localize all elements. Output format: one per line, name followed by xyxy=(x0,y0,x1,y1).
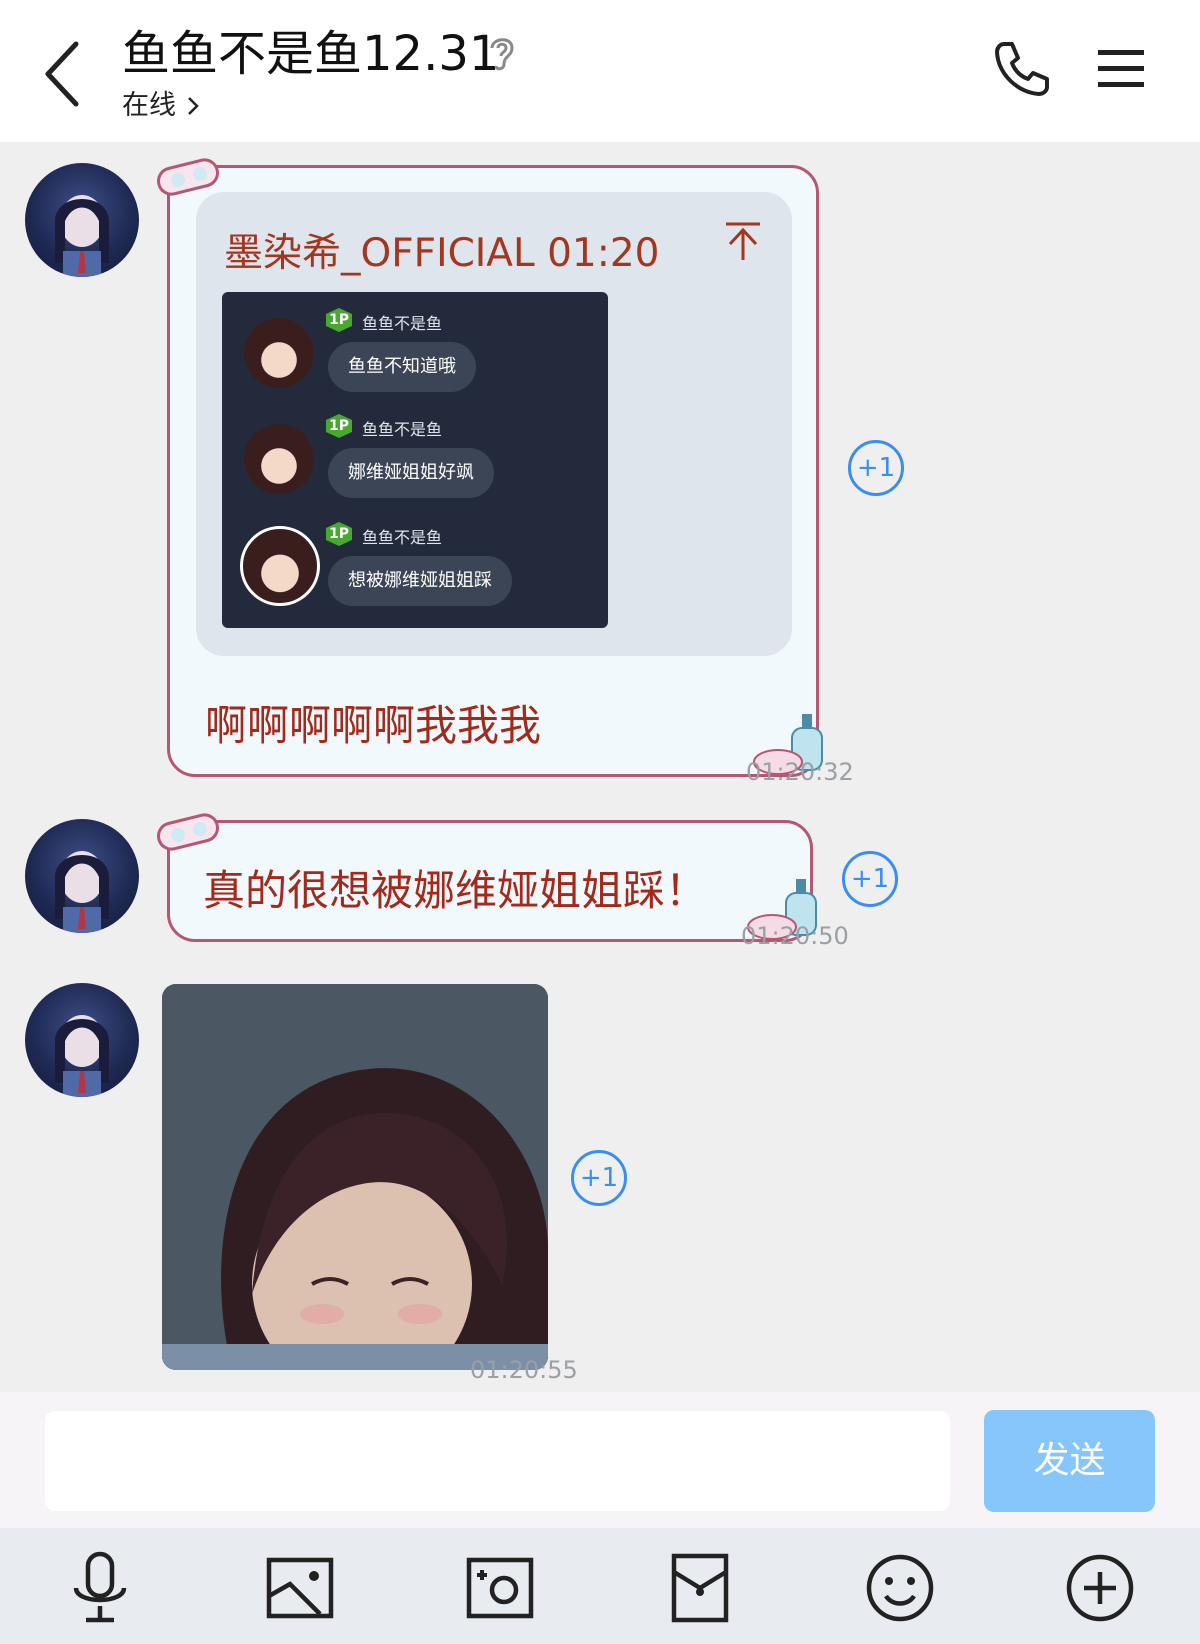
jump-to-top-icon[interactable] xyxy=(724,220,762,262)
chat-text: 鱼鱼不知道哦 xyxy=(328,342,476,392)
back-icon[interactable] xyxy=(36,34,96,114)
composer: 发送 xyxy=(0,1392,1200,1528)
list-item: 1P 鱼鱼不是鱼 娜维娅姐姐好飒 xyxy=(222,398,608,498)
goggles-decoration-icon xyxy=(154,154,224,198)
message-text: 真的很想被娜维娅姐姐踩！ xyxy=(203,866,708,915)
plus-one-button[interactable]: +1 xyxy=(842,851,898,907)
emoji-icon[interactable] xyxy=(860,1548,940,1628)
send-button[interactable]: 发送 xyxy=(984,1410,1155,1512)
message-time: 01:20:55 xyxy=(470,1356,578,1384)
message-bubble[interactable]: 真的很想被娜维娅姐姐踩！ xyxy=(157,813,817,942)
sender-name: 鱼鱼不是鱼 xyxy=(362,528,443,547)
message-time: 01:20:32 xyxy=(746,758,854,786)
camera-icon[interactable] xyxy=(460,1548,540,1628)
avatar[interactable] xyxy=(25,163,139,277)
list-item: 1P 鱼鱼不是鱼 想被娜维娅姐姐踩 xyxy=(222,506,608,606)
avatar xyxy=(244,318,314,388)
phone-icon[interactable] xyxy=(990,38,1052,100)
goggles-decoration-icon xyxy=(154,809,224,853)
chat-text: 想被娜维娅姐姐踩 xyxy=(328,556,512,606)
plus-one-button[interactable]: +1 xyxy=(848,440,904,496)
online-status[interactable]: 在线 xyxy=(122,88,176,124)
quote-reply-bubble[interactable]: 墨染希_OFFICIAL 01:20 1P 鱼鱼不是鱼 鱼鱼不知道哦 1P 鱼鱼… xyxy=(157,158,823,777)
level-badge: 1P xyxy=(326,414,352,438)
chat-header: 鱼鱼不是鱼12.31 在线 xyxy=(0,0,1200,142)
level-badge: 1P xyxy=(326,308,352,332)
plus-icon[interactable] xyxy=(1060,1548,1140,1628)
message-time: 01:20:50 xyxy=(741,922,849,950)
image-message[interactable] xyxy=(162,984,548,1370)
message-input[interactable] xyxy=(45,1411,950,1511)
avatar[interactable] xyxy=(25,819,139,933)
red-packet-icon[interactable] xyxy=(660,1548,740,1628)
input-toolbar xyxy=(0,1528,1200,1644)
chat-text: 娜维娅姐姐好飒 xyxy=(328,448,494,498)
contact-name[interactable]: 鱼鱼不是鱼12.31 xyxy=(122,22,499,86)
chevron-right-icon[interactable] xyxy=(184,92,202,120)
photo-icon[interactable] xyxy=(260,1548,340,1628)
quoted-message[interactable]: 墨染希_OFFICIAL 01:20 1P 鱼鱼不是鱼 鱼鱼不知道哦 1P 鱼鱼… xyxy=(196,192,792,656)
sender-name: 鱼鱼不是鱼 xyxy=(362,420,443,439)
avatar xyxy=(240,526,320,606)
level-badge: 1P xyxy=(326,522,352,546)
message-text: 啊啊啊啊啊我我我 xyxy=(205,701,542,750)
ear-icon[interactable] xyxy=(484,32,520,74)
avatar xyxy=(244,424,314,494)
quoted-chat-screenshot[interactable]: 1P 鱼鱼不是鱼 鱼鱼不知道哦 1P 鱼鱼不是鱼 娜维娅姐姐好飒 1P 鱼鱼不是… xyxy=(222,292,608,628)
list-item: 1P 鱼鱼不是鱼 鱼鱼不知道哦 xyxy=(222,292,608,392)
mic-icon[interactable] xyxy=(60,1548,140,1628)
avatar[interactable] xyxy=(25,983,139,1097)
sender-name: 鱼鱼不是鱼 xyxy=(362,314,443,333)
plus-one-button[interactable]: +1 xyxy=(571,1150,627,1206)
menu-icon[interactable] xyxy=(1096,46,1146,92)
quote-author-time: 墨染希_OFFICIAL 01:20 xyxy=(224,231,660,276)
